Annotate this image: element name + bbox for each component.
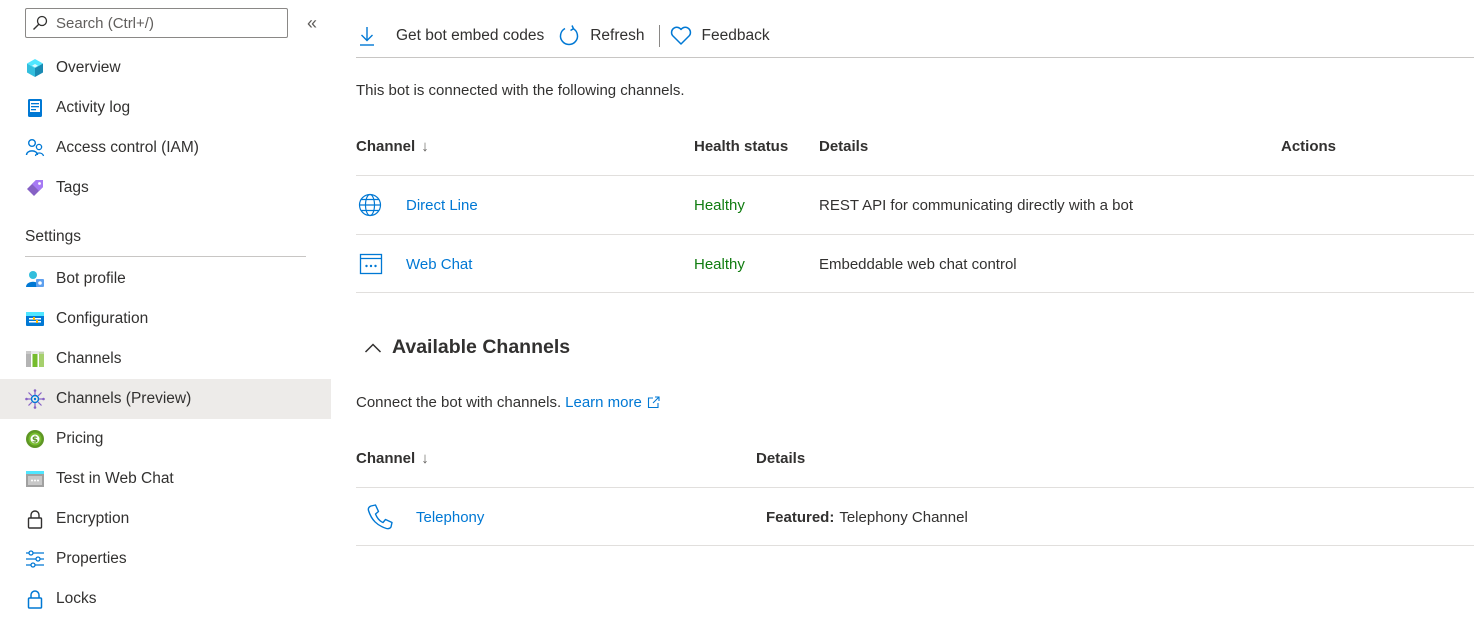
sidebar-item-label: Overview — [56, 59, 121, 76]
channel-link-telephony[interactable]: Telephony — [416, 488, 484, 546]
section-divider — [25, 256, 306, 257]
download-icon — [356, 25, 378, 47]
table-row: Web Chat Healthy Embeddable web chat con… — [356, 234, 1474, 293]
pricing-icon: $ — [25, 429, 45, 449]
column-header-channel[interactable]: Channel ↓ — [356, 450, 429, 467]
sidebar-item-test-in-web-chat[interactable]: Test in Web Chat — [0, 459, 331, 499]
overview-icon — [25, 58, 45, 78]
health-status: Healthy — [694, 196, 745, 214]
refresh-button[interactable]: Refresh — [558, 16, 658, 56]
channels-preview-icon — [25, 389, 45, 409]
sidebar-item-label: Configuration — [56, 310, 149, 327]
svg-text:$: $ — [32, 436, 38, 446]
available-channels-toggle[interactable]: Available Channels — [364, 336, 570, 359]
sidebar-item-tags[interactable]: Tags — [0, 168, 331, 208]
column-header-label: Channel — [356, 138, 416, 155]
table-row: Telephony Featured: Telephony Channel — [356, 487, 1474, 546]
sidebar-item-label: Encryption — [56, 510, 130, 527]
sidebar-item-access-control[interactable]: Access control (IAM) — [0, 128, 331, 168]
activity-log-icon — [25, 98, 45, 118]
sort-arrow-icon: ↓ — [421, 450, 429, 467]
sidebar-item-locks[interactable]: Locks — [0, 579, 331, 619]
lock-icon — [25, 509, 45, 529]
sidebar-item-properties[interactable]: Properties — [0, 539, 331, 579]
toolbar-separator — [658, 25, 660, 47]
tag-icon — [25, 178, 45, 198]
channel-link-web-chat[interactable]: Web Chat — [406, 235, 472, 293]
collapse-sidebar-button[interactable]: « — [302, 13, 322, 33]
sidebar-item-bot-profile[interactable]: Bot profile — [0, 259, 331, 299]
bot-profile-icon — [25, 269, 45, 289]
column-header-label: Channel — [356, 450, 416, 467]
feedback-button[interactable]: Feedback — [670, 16, 784, 56]
channel-details: REST API for communicating directly with… — [819, 196, 1134, 214]
available-channels-title: Available Channels — [392, 336, 571, 358]
main-content: Get bot embed codes Refresh Feedback Thi… — [356, 0, 1474, 627]
connected-intro-text: This bot is connected with the following… — [356, 82, 685, 99]
properties-icon — [25, 549, 45, 569]
column-header-details: Details — [819, 138, 869, 155]
lock-icon — [25, 589, 45, 609]
toolbar-label: Refresh — [590, 27, 645, 44]
table-row: Direct Line Healthy REST API for communi… — [356, 175, 1474, 234]
column-header-health-status: Health status — [694, 138, 789, 155]
column-header-actions: Actions — [1281, 138, 1337, 155]
toolbar-label: Get bot embed codes — [396, 27, 545, 44]
sidebar-item-label: Access control (IAM) — [56, 139, 199, 156]
sidebar-item-label: Bot profile — [56, 270, 126, 287]
sidebar-item-label: Test in Web Chat — [56, 470, 174, 487]
health-status: Healthy — [694, 255, 745, 273]
sidebar-item-pricing[interactable]: $ Pricing — [0, 419, 331, 459]
sidebar-item-channels[interactable]: Channels — [0, 339, 331, 379]
settings-section-header: Settings — [25, 228, 82, 245]
search-icon — [32, 14, 50, 32]
channel-link-direct-line[interactable]: Direct Line — [406, 176, 478, 234]
channel-details: Featured: Telephony Channel — [766, 488, 968, 546]
access-control-icon — [25, 138, 45, 158]
channels-icon — [25, 349, 45, 369]
connect-text: Connect the bot with channels. Learn mor… — [356, 394, 660, 411]
sidebar-item-encryption[interactable]: Encryption — [0, 499, 331, 539]
globe-icon — [358, 176, 382, 234]
sidebar-item-label: Activity log — [56, 99, 131, 116]
sidebar-item-label: Channels — [56, 350, 122, 367]
chevron-up-icon — [364, 339, 382, 357]
sidebar-item-label: Locks — [56, 590, 97, 607]
learn-more-link[interactable]: Learn more — [565, 394, 660, 411]
column-header-channel[interactable]: Channel ↓ — [356, 138, 429, 155]
sidebar-item-label: Pricing — [56, 430, 104, 447]
search-input[interactable] — [56, 14, 276, 32]
refresh-icon — [558, 25, 580, 47]
channel-details: Embeddable web chat control — [819, 255, 1017, 273]
learn-more-label: Learn more — [565, 394, 642, 411]
search-box[interactable] — [25, 8, 288, 38]
test-web-chat-icon — [25, 469, 45, 489]
sidebar-item-channels-preview[interactable]: Channels (Preview) — [0, 379, 331, 419]
get-bot-embed-codes-button[interactable]: Get bot embed codes — [356, 16, 558, 56]
sidebar-item-label: Properties — [56, 550, 127, 567]
configuration-icon — [25, 309, 45, 329]
heart-icon — [670, 25, 692, 47]
sidebar-item-label: Tags — [56, 179, 89, 196]
channel-details-text: Telephony Channel — [839, 508, 968, 526]
external-link-icon — [647, 396, 660, 409]
column-header-details: Details — [756, 450, 806, 467]
toolbar-label: Feedback — [701, 27, 770, 44]
web-chat-icon — [359, 235, 383, 293]
connect-description: Connect the bot with channels. — [356, 394, 562, 411]
toolbar: Get bot embed codes Refresh Feedback — [356, 16, 1474, 56]
sidebar-item-overview[interactable]: Overview — [0, 48, 331, 88]
toolbar-divider — [356, 57, 1474, 58]
sort-arrow-icon: ↓ — [421, 138, 429, 155]
sidebar-item-activity-log[interactable]: Activity log — [0, 88, 331, 128]
sidebar-item-configuration[interactable]: Configuration — [0, 299, 331, 339]
sidebar-item-label: Channels (Preview) — [56, 390, 192, 407]
featured-label: Featured: — [766, 508, 835, 526]
phone-icon — [366, 488, 394, 546]
sidebar: « Overview Activity log Access control (… — [0, 0, 331, 627]
